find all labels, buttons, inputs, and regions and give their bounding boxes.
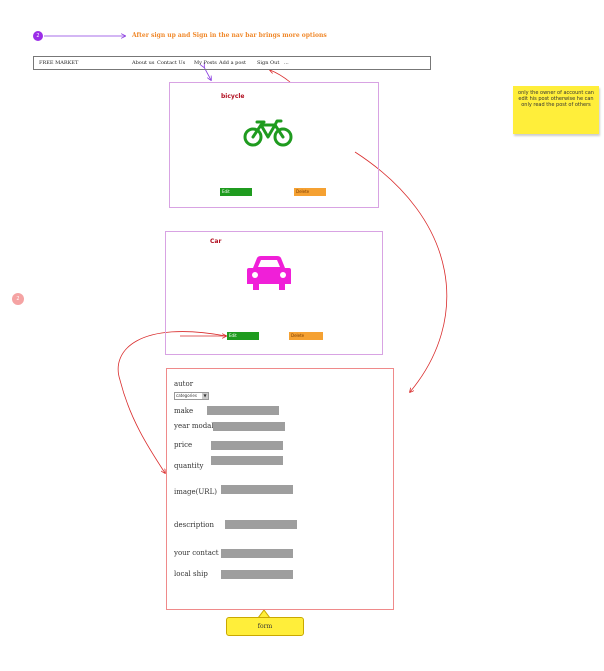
nav-item-add-post[interactable]: Add a post — [219, 60, 246, 66]
nav-item-about[interactable]: About us — [132, 60, 154, 66]
form-callout: form — [226, 617, 304, 636]
quantity-label: quantity — [174, 462, 204, 470]
price-label: price — [174, 441, 193, 449]
nav-item-sign-out[interactable]: Sign Out — [257, 60, 279, 66]
contact-field[interactable] — [221, 549, 293, 558]
nav-item-more[interactable]: ... — [284, 60, 289, 66]
year-model-field[interactable] — [213, 422, 285, 431]
card-to-addpost-arrow — [270, 70, 291, 83]
car-icon — [247, 256, 291, 290]
post-title: Car — [210, 238, 222, 245]
post-card-bicycle: bicycle Edit Delete — [169, 82, 379, 208]
category-select-value: categories — [176, 393, 197, 398]
post-card-car: Car Edit Delete — [165, 231, 383, 355]
navbar: FREE MARKET About us Contact Us My Posts… — [33, 56, 431, 70]
edit-button[interactable]: Edit — [220, 188, 252, 196]
delete-button[interactable]: Delete — [289, 332, 323, 340]
category-select[interactable]: categories ▼ — [174, 392, 209, 400]
image-url-label: image(URL) — [174, 488, 217, 496]
bicycle-icon — [243, 119, 293, 147]
description-label: description — [174, 521, 214, 529]
make-field[interactable] — [207, 406, 279, 415]
nav-brand[interactable]: FREE MARKET — [39, 60, 78, 66]
local-ship-field[interactable] — [221, 570, 293, 579]
delete-button[interactable]: Delete — [294, 188, 326, 196]
edit-button[interactable]: Edit — [227, 332, 259, 340]
price-field[interactable] — [211, 441, 283, 450]
nav-item-contact[interactable]: Contact Us — [157, 60, 185, 66]
header-note: After sign up and Sign in the nav bar br… — [132, 32, 327, 39]
description-field[interactable] — [225, 520, 297, 529]
step-badge-top: 2 — [33, 31, 43, 41]
post-form: autor categories ▼ make year modal price… — [166, 368, 394, 610]
post-title: bicycle — [221, 93, 245, 100]
quantity-field[interactable] — [211, 456, 283, 465]
year-model-label: year modal — [174, 422, 214, 430]
nav-item-my-posts[interactable]: My Posts — [194, 60, 217, 66]
step-badge-left: 2 — [12, 293, 24, 305]
author-label: autor — [174, 380, 194, 388]
sticky-note: only the owner of account can edit his p… — [513, 86, 599, 134]
image-url-field[interactable] — [221, 485, 293, 494]
local-ship-label: local ship — [174, 570, 208, 578]
make-label: make — [174, 407, 194, 415]
contact-label: your contact — [174, 549, 219, 557]
chevron-down-icon: ▼ — [202, 393, 208, 399]
